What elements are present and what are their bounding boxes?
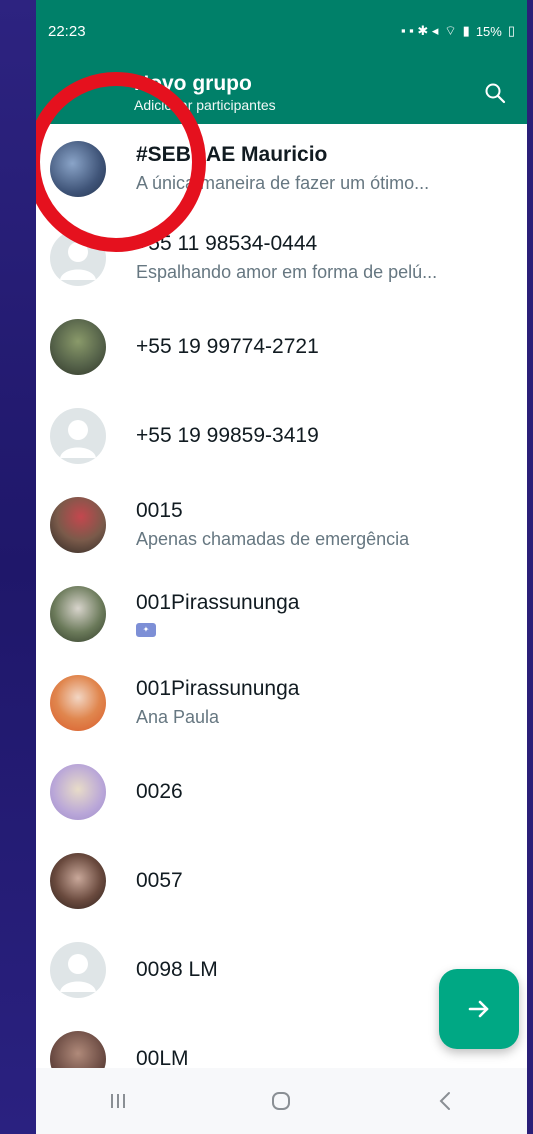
list-item[interactable]: #SEBRAE Mauricio A única maneira de faze… [36,124,527,213]
avatar [50,496,106,553]
back-arrow-icon[interactable]: ← [50,80,86,106]
system-navigation-bar [36,1068,527,1134]
battery-percent: 15% [475,23,502,39]
avatar [50,318,106,375]
avatar [50,763,106,820]
avatar [50,852,106,909]
contact-status: Apenas chamadas de emergência [136,529,410,549]
contact-list: #SEBRAE Mauricio A única maneira de faze… [36,124,527,1103]
status-icons: ▪ ▪ ✱ ◂ ⌔ ▮ 15% ▯ [401,23,515,39]
list-item[interactable]: 0015 Apenas chamadas de emergência [36,480,527,569]
contact-name: 0015 [136,499,183,522]
list-item[interactable]: +55 11 98534-0444 Espalhando amor em for… [36,213,527,302]
contact-status: Ana Paula [136,707,220,727]
list-item[interactable]: +55 19 99774-2721 [36,302,527,391]
list-item[interactable]: 0026 [36,747,527,836]
back-button[interactable] [405,1081,485,1121]
contact-name: #SEBRAE Mauricio [136,143,328,166]
new-badge-icon: ✦ [136,622,156,637]
list-item[interactable]: +55 19 99859-3419 [36,391,527,480]
default-avatar-icon [50,229,106,286]
title-block: Novo grupo Adicionar participantes [134,72,479,114]
page-subtitle: Adicionar participantes [134,97,276,113]
contact-name: 0057 [136,868,183,892]
battery-icon: ▯ [507,23,515,38]
contact-name: +55 11 98534-0444 [136,232,318,255]
list-item[interactable]: 001Pirassununga ✦ [36,569,527,658]
notification-icons: ▪ ▪ ✱ ◂ [400,23,439,38]
default-avatar-icon [50,941,106,998]
contact-name: 001Pirassununga [136,677,300,700]
list-item[interactable]: 0057 [36,836,527,925]
wifi-icon: ⌔ [444,23,457,38]
contact-status: Espalhando amor em forma de pelú... [136,262,438,282]
avatar [50,140,106,197]
background-left-strip [0,0,36,1134]
contact-name: 00LM [136,1046,189,1070]
signal-icon: ▮ [462,23,470,38]
status-time: 22:23 [48,22,86,40]
next-button[interactable] [439,969,519,1049]
contact-name: 001Pirassununga [136,590,300,614]
search-icon[interactable] [479,77,511,109]
phone-screen: 22:23 ▪ ▪ ✱ ◂ ⌔ ▮ 15% ▯ ← Novo grupo Adi… [36,0,527,1134]
status-bar: 22:23 ▪ ▪ ✱ ◂ ⌔ ▮ 15% ▯ [36,0,527,62]
contact-name: +55 19 99859-3419 [136,423,319,447]
avatar [50,674,106,731]
page-title: Novo grupo [134,72,252,95]
contact-status: A única maneira de fazer um ótimo... [136,173,430,193]
app-bar: ← Novo grupo Adicionar participantes [36,62,527,124]
contact-name: 0026 [136,779,183,803]
avatar [50,585,106,642]
default-avatar-icon [50,407,106,464]
home-button[interactable] [241,1081,321,1121]
contact-name: +55 19 99774-2721 [136,334,319,358]
arrow-right-icon [468,1000,489,1018]
recents-button[interactable] [78,1081,158,1121]
list-item[interactable]: 001Pirassununga Ana Paula [36,658,527,747]
background-right-strip [527,0,533,1134]
